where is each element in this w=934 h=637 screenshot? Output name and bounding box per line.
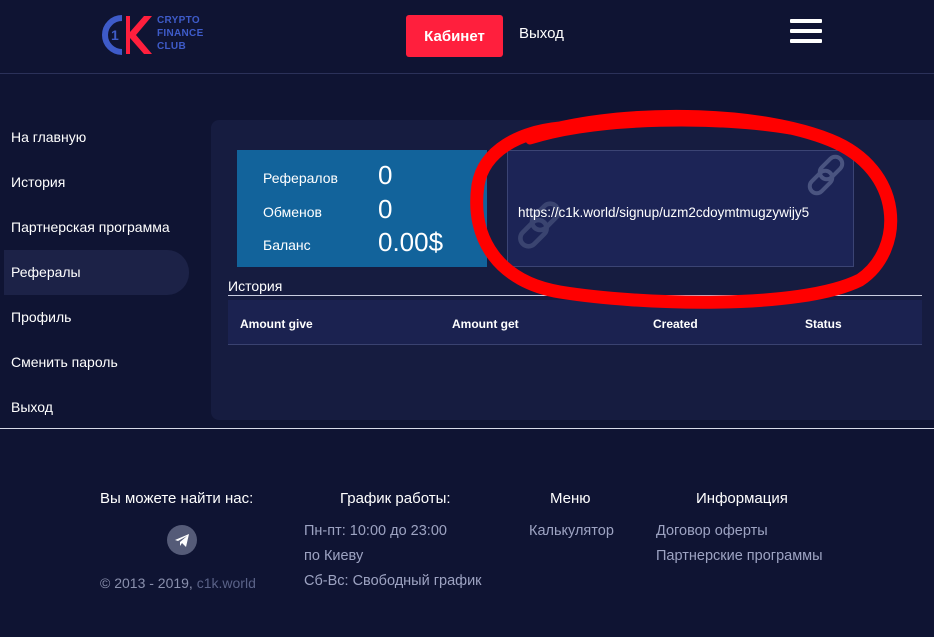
find-us-title: Вы можете найти нас: (100, 490, 254, 507)
balance-label: Баланс (263, 237, 311, 253)
logo-line: CLUB (157, 41, 186, 52)
schedule-title: График работы: (340, 490, 451, 507)
exchanges-label: Обменов (263, 204, 322, 220)
referral-link-text[interactable]: https://c1k.world/signup/uzm2cdoymtmugzy… (518, 205, 848, 221)
info-title: Информация (696, 490, 788, 507)
logo[interactable]: 1 CRYPTO FINANCE CLUB (100, 10, 220, 62)
column-created[interactable]: Created (653, 317, 698, 331)
column-amount-give[interactable]: Amount give (240, 317, 313, 331)
schedule-line: по Киеву (304, 548, 364, 564)
partner-programs-link[interactable]: Партнерские программы (656, 548, 823, 564)
sidebar: На главную История Партнерская программа… (0, 115, 195, 430)
copyright: © 2013 - 2019, c1k.world (100, 575, 256, 591)
sidebar-item-profile[interactable]: Профиль (0, 295, 195, 340)
history-table-header: Amount give Amount get Created Status (228, 300, 922, 345)
column-status[interactable]: Status (805, 317, 842, 331)
logo-text: CRYPTO FINANCE CLUB (157, 14, 204, 53)
sidebar-item-history[interactable]: История (0, 160, 195, 205)
exit-link[interactable]: Выход (519, 25, 564, 42)
referrals-label: Рефералов (263, 170, 338, 186)
link-icon (807, 154, 845, 196)
schedule-line: Пн-пт: 10:00 до 23:00 (304, 523, 447, 539)
balance-value: 0.00$ (378, 227, 444, 257)
sidebar-item-logout[interactable]: Выход (0, 385, 195, 430)
stats-card: Рефералов 0 Обменов 0 Баланс 0.00$ (237, 150, 487, 267)
sidebar-item-partner-program[interactable]: Партнерская программа (0, 205, 195, 250)
schedule-line: Сб-Вс: Свободный график (304, 573, 482, 589)
logo-mark-text: 1 (111, 27, 119, 43)
footer-divider (0, 428, 934, 429)
sidebar-item-referrals[interactable]: Рефералы (4, 250, 189, 295)
logo-line: CRYPTO (157, 15, 200, 26)
sidebar-item-home[interactable]: На главную (0, 115, 195, 160)
logo-icon: 1 (102, 15, 152, 55)
referrals-value: 0 (378, 160, 393, 190)
copyright-text: © 2013 - 2019, (100, 575, 193, 591)
telegram-icon[interactable] (167, 525, 197, 555)
sidebar-item-change-password[interactable]: Сменить пароль (0, 340, 195, 385)
calculator-link[interactable]: Калькулятор (529, 523, 614, 539)
menu-icon[interactable] (790, 19, 822, 45)
exchanges-value: 0 (378, 194, 393, 224)
copyright-site-link[interactable]: c1k.world (197, 575, 256, 591)
column-amount-get[interactable]: Amount get (452, 317, 519, 331)
cabinet-button[interactable]: Кабинет (406, 15, 503, 57)
offer-agreement-link[interactable]: Договор оферты (656, 523, 768, 539)
referral-link-box[interactable]: https://c1k.world/signup/uzm2cdoymtmugzy… (507, 150, 854, 267)
header: 1 CRYPTO FINANCE CLUB Кабинет Выход (0, 0, 934, 74)
menu-title: Меню (550, 490, 591, 507)
history-title: История (228, 278, 922, 296)
logo-line: FINANCE (157, 28, 204, 39)
